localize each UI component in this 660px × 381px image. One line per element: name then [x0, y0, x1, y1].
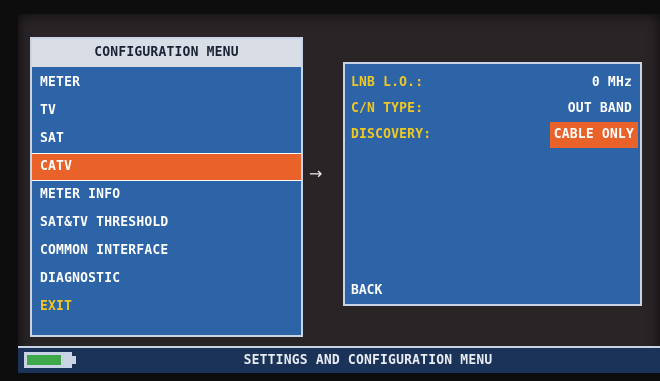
- setting-row-lnb-lo: LNB L.O.: 0 MHz: [345, 70, 640, 96]
- back-button[interactable]: BACK: [351, 278, 382, 304]
- menu-item-tv[interactable]: TV: [32, 97, 301, 125]
- setting-row-cn-type: C/N TYPE: OUT BAND: [345, 96, 640, 122]
- setting-value-cn-type[interactable]: OUT BAND: [564, 96, 636, 122]
- setting-label: DISCOVERY:: [351, 127, 432, 142]
- status-text: SETTINGS AND CONFIGURATION MENU: [243, 353, 493, 368]
- menu-title: CONFIGURATION MENU: [32, 39, 301, 67]
- menu-item-sat[interactable]: SAT: [32, 125, 301, 153]
- setting-row-discovery: DISCOVERY: CABLE ONLY: [345, 122, 640, 148]
- status-bar: SETTINGS AND CONFIGURATION MENU: [18, 346, 660, 373]
- menu-item-exit[interactable]: EXIT: [32, 293, 301, 321]
- setting-value-discovery[interactable]: CABLE ONLY: [549, 122, 638, 148]
- battery-tip: [72, 356, 76, 364]
- right-arrow-icon: →: [309, 164, 323, 183]
- battery-icon: [24, 352, 72, 368]
- setting-value-lnb-lo[interactable]: 0 MHz: [588, 70, 636, 96]
- menu-item-diagnostic[interactable]: DIAGNOSTIC: [32, 265, 301, 293]
- menu-item-catv[interactable]: CATV: [32, 153, 301, 181]
- configuration-menu-panel: CONFIGURATION MENU METER TV SAT CATV MET…: [30, 37, 303, 337]
- menu-item-meter[interactable]: METER: [32, 69, 301, 97]
- menu-item-sat-tv-threshold[interactable]: SAT&TV THRESHOLD: [32, 209, 301, 237]
- setting-label: LNB L.O.:: [351, 75, 424, 90]
- battery-level-fill: [27, 355, 61, 365]
- menu-item-meter-info[interactable]: METER INFO: [32, 181, 301, 209]
- catv-settings-panel: LNB L.O.: 0 MHz C/N TYPE: OUT BAND DISCO…: [343, 62, 642, 306]
- setting-label: C/N TYPE:: [351, 101, 424, 116]
- menu-item-common-interface[interactable]: COMMON INTERFACE: [32, 237, 301, 265]
